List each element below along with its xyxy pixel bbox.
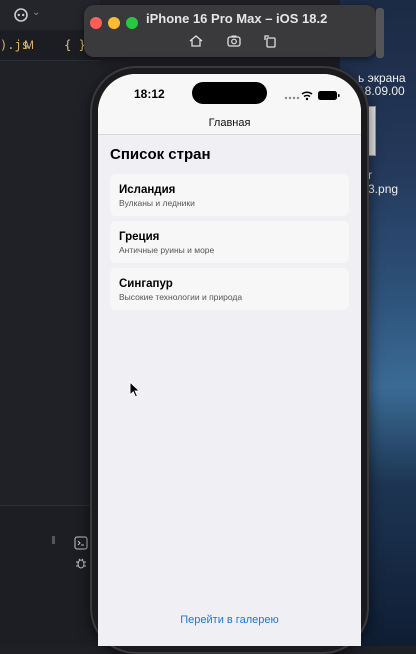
status-icons xyxy=(284,88,344,101)
simulator-toolbar: iPhone 16 Pro Max – iOS 18.2 xyxy=(84,5,376,57)
minimize-window-button[interactable] xyxy=(108,17,120,29)
mouse-cursor-icon xyxy=(129,380,141,399)
country-subtitle: Вулканы и ледники xyxy=(119,198,195,208)
copilot-icon[interactable] xyxy=(12,6,30,24)
chevron-down-icon[interactable]: ⌄ xyxy=(32,7,40,18)
country-card-singapore[interactable]: Сингапур Высокие технологии и природа xyxy=(110,268,349,310)
zoom-window-button[interactable] xyxy=(126,17,138,29)
rotate-icon[interactable] xyxy=(262,33,280,51)
gallery-link[interactable]: Перейти в галерею xyxy=(98,614,361,626)
country-name: Исландия xyxy=(119,184,176,196)
dynamic-island xyxy=(192,82,267,104)
country-subtitle: Высокие технологии и природа xyxy=(119,292,243,302)
ide-panel xyxy=(0,505,100,647)
country-card-iceland[interactable]: Исландия Вулканы и ледники xyxy=(110,174,349,216)
debug-icon[interactable] xyxy=(74,556,88,573)
home-icon[interactable] xyxy=(188,33,206,51)
navigation-bar: Главная xyxy=(98,108,361,135)
desktop-file-label[interactable]: ь экрана xyxy=(358,71,406,85)
terminal-icon[interactable] xyxy=(74,536,88,553)
ide-tab-modified-badge: M xyxy=(24,38,34,52)
ide-background: ⌄ ).js M { } xyxy=(0,0,100,647)
nav-title: Главная xyxy=(208,117,251,129)
country-name: Греция xyxy=(119,231,160,243)
country-name: Сингапур xyxy=(119,278,173,290)
page-title: Список стран xyxy=(110,146,211,163)
close-window-button[interactable] xyxy=(90,17,102,29)
ide-editor[interactable] xyxy=(0,60,100,510)
status-time: 18:12 xyxy=(134,87,165,101)
simulator-title: iPhone 16 Pro Max – iOS 18.2 xyxy=(146,11,328,26)
signal-icon xyxy=(284,96,300,100)
json-file-icon[interactable]: { } xyxy=(64,34,86,56)
iphone-screen: 18:12 Главная Список стран Исландия Вулк… xyxy=(98,74,361,646)
screenshot-icon[interactable] xyxy=(226,33,244,51)
panel-gutter xyxy=(52,536,55,544)
battery-icon xyxy=(318,91,340,100)
scrollbar[interactable] xyxy=(376,8,384,58)
wifi-icon xyxy=(301,91,313,98)
country-card-greece[interactable]: Греция Античные руины и море xyxy=(110,221,349,263)
country-subtitle: Античные руины и море xyxy=(119,245,215,255)
